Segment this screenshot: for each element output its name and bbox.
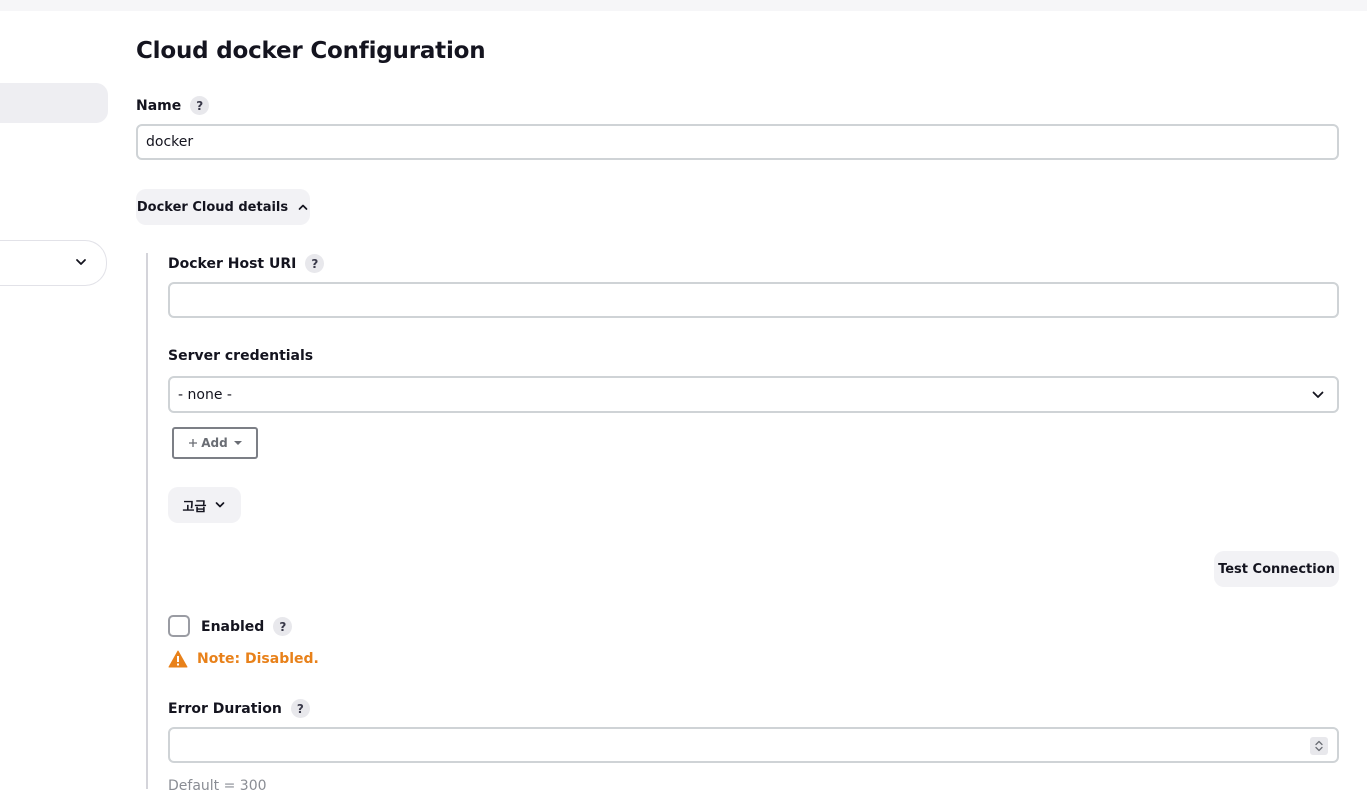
advanced-label: 고급 bbox=[182, 499, 207, 515]
sidebar-dropdown[interactable] bbox=[0, 240, 107, 286]
spinner-arrows-icon bbox=[1315, 740, 1323, 752]
warning-text: Note: Disabled. bbox=[197, 651, 319, 667]
server-credentials-selected: - none - bbox=[178, 386, 232, 403]
page-title: Cloud docker Configuration bbox=[136, 38, 486, 64]
caret-down-icon bbox=[233, 441, 242, 445]
error-duration-help-icon[interactable]: ? bbox=[290, 699, 310, 718]
warning-icon bbox=[168, 650, 188, 668]
disabled-warning: Note: Disabled. bbox=[168, 650, 319, 668]
server-credentials-label-text: Server credentials bbox=[168, 348, 314, 364]
top-bar bbox=[0, 0, 1367, 11]
server-credentials-select[interactable]: - none - bbox=[168, 376, 1339, 413]
error-duration-input[interactable] bbox=[168, 727, 1339, 763]
enabled-label-text: Enabled bbox=[201, 618, 265, 635]
docker-host-uri-help-icon[interactable]: ? bbox=[305, 254, 325, 273]
enabled-help-icon[interactable]: ? bbox=[273, 617, 293, 636]
number-spinner[interactable] bbox=[1310, 737, 1328, 755]
add-button-label: Add bbox=[201, 436, 228, 450]
name-help-icon[interactable]: ? bbox=[190, 96, 210, 115]
enabled-checkbox[interactable] bbox=[168, 615, 190, 637]
sidebar-item-active[interactable] bbox=[0, 83, 108, 123]
name-label-text: Name bbox=[136, 97, 182, 114]
error-duration-label-text: Error Duration bbox=[168, 700, 282, 717]
section-divider bbox=[146, 253, 148, 789]
docker-host-uri-label-text: Docker Host URI bbox=[168, 255, 297, 272]
advanced-toggle[interactable]: 고급 bbox=[168, 487, 241, 523]
error-duration-label: Error Duration ? bbox=[168, 699, 310, 718]
add-credentials-button[interactable]: Add bbox=[172, 427, 258, 459]
error-duration-hint: Default = 300 bbox=[168, 778, 267, 794]
name-input[interactable] bbox=[136, 124, 1339, 160]
chevron-down-icon bbox=[76, 259, 86, 265]
docker-cloud-details-toggle[interactable]: Docker Cloud details bbox=[136, 189, 310, 225]
docker-host-uri-input[interactable] bbox=[168, 282, 1339, 318]
docker-host-uri-label: Docker Host URI ? bbox=[168, 254, 325, 273]
chevron-up-icon bbox=[298, 204, 308, 210]
name-label: Name ? bbox=[136, 96, 210, 115]
chevron-down-icon bbox=[1312, 391, 1324, 398]
chevron-down-icon bbox=[216, 502, 225, 508]
plus-icon bbox=[189, 439, 198, 447]
server-credentials-label: Server credentials bbox=[168, 348, 313, 364]
docker-cloud-details-label: Docker Cloud details bbox=[136, 199, 289, 215]
test-connection-button[interactable]: Test Connection bbox=[1214, 551, 1339, 587]
enabled-label: Enabled ? bbox=[201, 617, 293, 636]
